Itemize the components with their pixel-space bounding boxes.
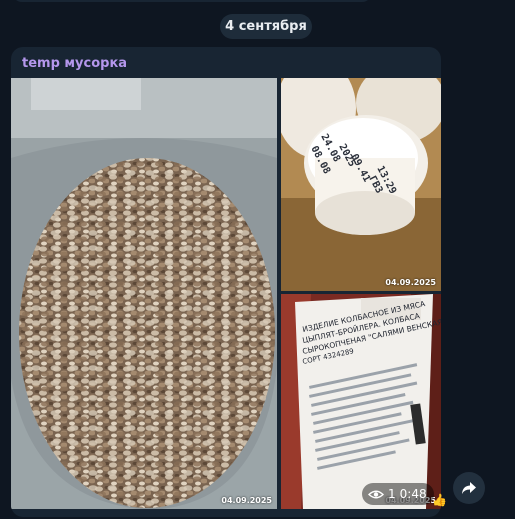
- bottle-cap-photo[interactable]: 24.08 08.08 2025 09.41 13:29 ГВ3 04.09.2…: [281, 78, 441, 291]
- date-separator: 4 сентября: [220, 14, 312, 39]
- chat-view: 4 сентября temp мусорка 04.09.2025 24.08…: [0, 0, 515, 519]
- forward-arrow-icon: [462, 482, 476, 494]
- forward-button[interactable]: [453, 472, 485, 504]
- previous-message-bubble[interactable]: [12, 0, 372, 2]
- photo-date-stamp: 04.09.2025: [385, 278, 436, 287]
- thumbs-up-icon[interactable]: 👍: [432, 491, 452, 509]
- message-bubble[interactable]: temp мусорка 04.09.2025 24.08 08.08 2025…: [11, 47, 441, 517]
- sender-name[interactable]: temp мусорка: [22, 56, 127, 71]
- photo-date-stamp: 04.09.2025: [221, 496, 272, 505]
- view-count: 1: [388, 487, 396, 501]
- eye-icon: [368, 490, 384, 498]
- sausage-label-photo[interactable]: ИЗДЕЛИЕ КОЛБАСНОЕ ИЗ МЯСА ЦЫПЛЯТ-БРОЙЛЕР…: [281, 294, 441, 509]
- buckwheat-photo[interactable]: 04.09.2025: [11, 78, 277, 509]
- message-time: 0:48: [399, 487, 427, 501]
- message-meta: 1 0:48: [362, 483, 434, 505]
